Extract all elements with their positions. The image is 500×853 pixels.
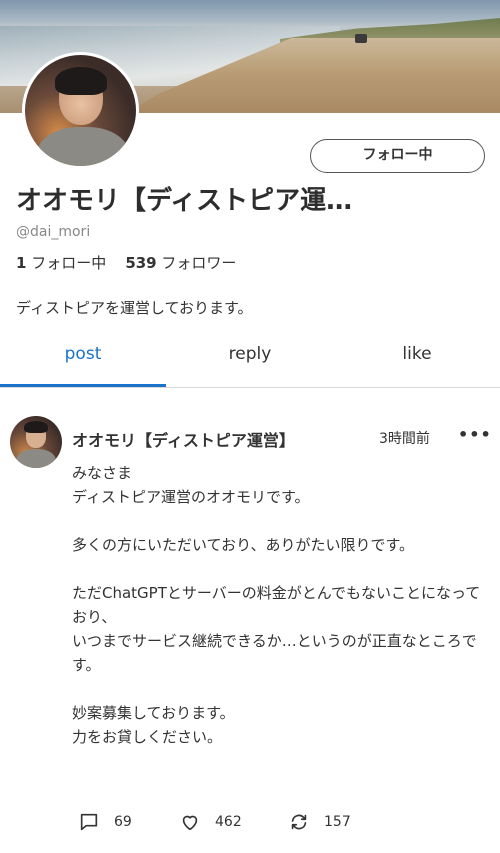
active-tab-indicator (0, 384, 166, 387)
avatar-hair (55, 67, 107, 95)
banner-sky (0, 0, 500, 28)
followers-label: フォロワー (161, 254, 237, 272)
tab-like[interactable]: like (334, 338, 500, 387)
post-author-name[interactable]: オオモリ【ディストピア運営】 (72, 427, 295, 451)
profile-display-name: オオモリ【ディストピア運… (16, 186, 353, 216)
post-paragraph: ただChatGPTとサーバーの料金がとんでもないことになっており、 いつまでサー… (72, 584, 481, 674)
post-text: みなさま ディストピア運営のオオモリです。 多くの方にいただいており、ありがたい… (72, 461, 490, 749)
avatar-body (16, 449, 56, 468)
repost-count: 157 (324, 814, 351, 830)
banner-car (355, 34, 367, 43)
post-paragraph: 妙案募集しております。 力をお貸しください。 (72, 704, 235, 746)
profile-tabs: post reply like (0, 338, 500, 388)
post-author-avatar[interactable] (10, 416, 62, 468)
repost-icon (291, 814, 307, 830)
like-action[interactable]: 462 (179, 808, 242, 836)
tab-post[interactable]: post (0, 338, 166, 387)
following-link[interactable]: 1 フォロー中 (16, 254, 106, 272)
like-count: 462 (215, 814, 242, 830)
following-label: フォロー中 (31, 254, 107, 272)
following-button[interactable]: フォロー中 (310, 139, 485, 173)
followers-count: 539 (125, 254, 157, 272)
post-timestamp: 3時間前 (379, 431, 430, 447)
more-options-icon[interactable]: ••• (458, 427, 491, 444)
avatar-hair (24, 421, 48, 433)
repost-action[interactable]: 157 (288, 808, 351, 836)
post-actions: 69 462 157 (0, 808, 500, 836)
reply-action[interactable]: 69 (78, 808, 132, 836)
followers-link[interactable]: 539 フォロワー (125, 254, 236, 272)
avatar-body (37, 127, 129, 166)
comment-icon (80, 813, 98, 831)
heart-icon (182, 815, 198, 831)
follow-counts: 1 フォロー中 539 フォロワー (16, 252, 236, 273)
post-paragraph: みなさま ディストピア運営のオオモリです。 (72, 464, 310, 506)
profile-avatar[interactable] (22, 52, 139, 169)
profile-handle: @dai_mori (16, 224, 91, 240)
tab-reply[interactable]: reply (166, 338, 334, 387)
following-count: 1 (16, 254, 27, 272)
post-paragraph: 多くの方にいただいており、ありがたい限りです。 (72, 536, 415, 554)
reply-count: 69 (114, 814, 132, 830)
profile-bio: ディストピアを運営しております。 (16, 299, 253, 317)
